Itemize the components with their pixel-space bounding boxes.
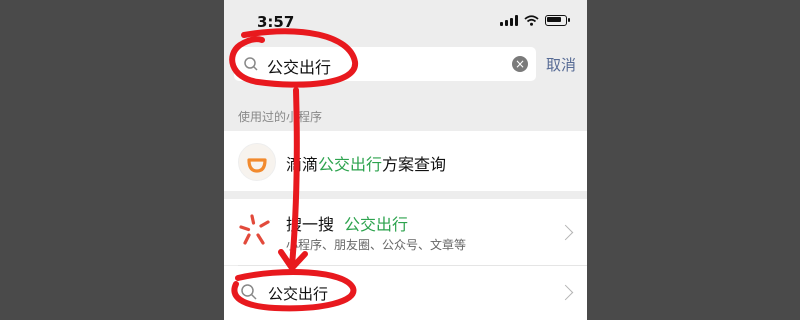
search-input[interactable]: 公交出行 × — [234, 47, 536, 81]
sou-yi-sou-description: 小程序、朋友圈、公众号、文章等 — [286, 238, 467, 252]
search-bar: 公交出行 × 取消 — [224, 40, 587, 92]
cancel-button[interactable]: 取消 — [546, 54, 576, 75]
battery-icon — [545, 15, 570, 26]
clear-icon[interactable]: × — [512, 56, 528, 72]
sou-yi-sou-title: 搜一搜 公交出行 — [286, 211, 408, 235]
status-time: 3:57 — [257, 13, 295, 31]
signal-icon — [500, 15, 518, 26]
sou-title-keyword: 公交出行 — [344, 215, 409, 234]
mini-name-prefix: 滴滴 — [286, 155, 319, 174]
search-query: 公交出行 — [267, 58, 332, 77]
didi-logo-icon — [238, 143, 276, 181]
sou-yi-sou-icon — [239, 214, 270, 245]
status-icons — [500, 15, 570, 26]
search-icon — [241, 284, 257, 300]
mini-name-suffix: 方案查询 — [382, 155, 447, 174]
section-label-used-mini-programs: 使用过的小程序 — [238, 110, 323, 124]
status-bar: 3:57 — [224, 0, 587, 40]
mini-name-highlight: 公交出行 — [318, 155, 383, 174]
suggestion-text: 公交出行 — [268, 285, 329, 303]
sou-title-label: 搜一搜 — [286, 215, 335, 234]
used-mini-program-name: 滴滴公交出行方案查询 — [286, 151, 446, 175]
wifi-icon — [524, 15, 539, 26]
phone-screen: 3:57 公交出行 × 取消 使用过的小程序 滴滴公交出行方案查询 搜一搜 公交… — [224, 0, 587, 320]
search-icon — [244, 57, 258, 71]
